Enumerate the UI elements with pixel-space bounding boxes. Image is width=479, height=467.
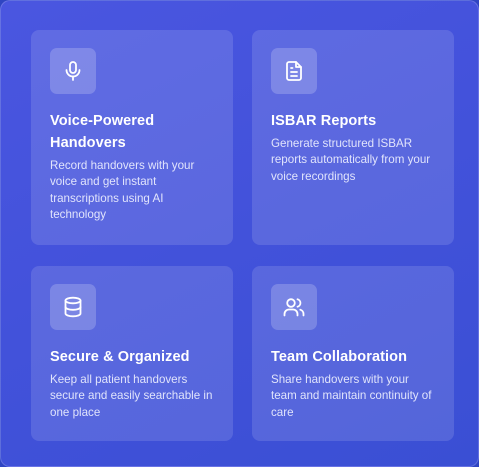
feature-card-voice-handovers: Voice-Powered Handovers Record handovers…	[31, 30, 233, 245]
feature-description: Record handovers with your voice and get…	[50, 159, 195, 221]
feature-card-team-collaboration: Team Collaboration Share handovers with …	[252, 266, 454, 441]
feature-title: ISBAR Reports	[271, 113, 377, 129]
microphone-icon	[50, 48, 96, 94]
feature-card-secure-organized: Secure & Organized Keep all patient hand…	[31, 266, 233, 441]
feature-description: Share handovers with your team and maint…	[271, 373, 432, 419]
feature-description: Generate structured ISBAR reports automa…	[271, 137, 431, 183]
feature-title: Voice-Powered Handovers	[50, 113, 155, 151]
users-icon	[271, 284, 317, 330]
feature-card-isbar-reports: ISBAR Reports Generate structured ISBAR …	[252, 30, 454, 245]
document-icon	[271, 48, 317, 94]
feature-description: Keep all patient handovers secure and ea…	[50, 373, 213, 419]
features-panel: Voice-Powered Handovers Record handovers…	[0, 0, 479, 467]
feature-title: Team Collaboration	[271, 349, 408, 365]
database-icon	[50, 284, 96, 330]
feature-title: Secure & Organized	[50, 349, 190, 365]
